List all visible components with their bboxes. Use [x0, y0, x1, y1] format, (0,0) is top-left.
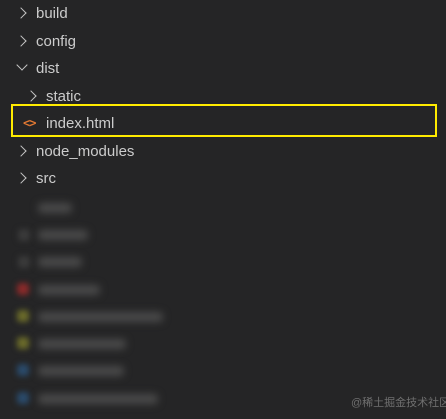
tree-item-label: dist [36, 60, 60, 77]
chevron-right-icon [15, 172, 27, 184]
tree-item-label: src [36, 170, 56, 187]
chevron-right-icon [15, 145, 27, 157]
blurred-item [38, 366, 124, 376]
blurred-icon [18, 229, 30, 241]
blurred-item [38, 203, 72, 213]
blurred-item [38, 394, 158, 404]
tree-item-label: build [36, 5, 68, 22]
watermark: @稀土掘金技术社区 [351, 397, 446, 409]
tree-item-src[interactable]: src [0, 165, 446, 192]
blurred-icon [17, 310, 29, 322]
blurred-item [38, 339, 126, 349]
blurred-item [38, 230, 88, 240]
blurred-icon [17, 392, 29, 404]
chevron-down-icon [16, 59, 28, 71]
blurred-icon [17, 283, 29, 295]
blurred-icon [18, 256, 30, 268]
blurred-icon [17, 337, 29, 349]
blurred-item [38, 257, 82, 267]
blurred-icon [17, 364, 29, 376]
chevron-right-icon [15, 7, 27, 19]
tree-item-config[interactable]: config [0, 28, 446, 55]
tree-item-label: node_modules [36, 143, 135, 160]
tree-item-node-modules[interactable]: node_modules [0, 138, 446, 165]
selection-highlight [11, 104, 437, 137]
blurred-item [38, 285, 100, 295]
chevron-right-icon [15, 35, 27, 47]
tree-item-label: config [36, 33, 77, 50]
tree-item-build[interactable]: build [0, 0, 446, 27]
file-explorer: build config dist static <> index.html n… [0, 0, 446, 419]
tree-item-label: static [46, 88, 82, 105]
tree-item-dist[interactable]: dist [0, 55, 446, 82]
chevron-right-icon [25, 90, 37, 102]
blurred-item [38, 312, 163, 322]
